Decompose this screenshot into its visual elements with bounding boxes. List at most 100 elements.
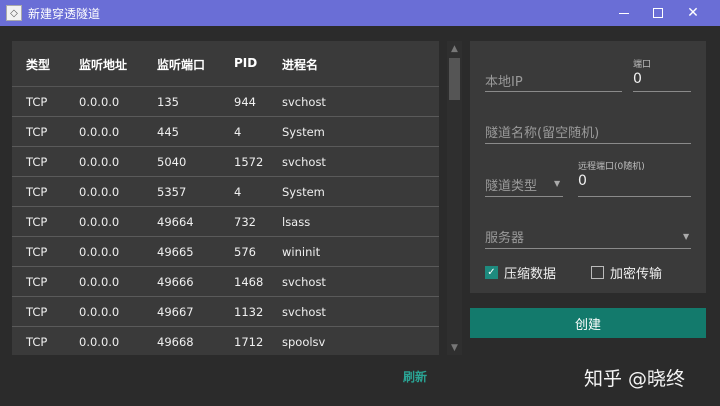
port-label: 端口 xyxy=(633,60,652,70)
pid-cell: 944 xyxy=(234,95,256,109)
address-cell: 0.0.0.0 xyxy=(79,155,120,169)
process-cell: svchost xyxy=(282,305,326,319)
compress-label: 压缩数据 xyxy=(504,267,557,282)
port-cell: 49664 xyxy=(157,215,194,229)
type-cell: TCP xyxy=(26,125,48,139)
pid-cell: 1572 xyxy=(234,155,264,169)
local-ip-underline xyxy=(485,91,622,92)
type-cell: TCP xyxy=(26,305,48,319)
column-header-pid[interactable]: PID xyxy=(234,56,257,70)
server-underline xyxy=(485,248,691,249)
process-cell: System xyxy=(282,185,325,199)
pid-cell: 1712 xyxy=(234,335,264,349)
process-cell: spoolsv xyxy=(282,335,326,349)
table-row[interactable]: TCP 0.0.0.0 49667 1132 svchost xyxy=(12,297,439,327)
tunnel-type-underline xyxy=(485,196,563,197)
port-cell: 49666 xyxy=(157,275,194,289)
address-cell: 0.0.0.0 xyxy=(79,335,120,349)
refresh-button[interactable]: 刷新 xyxy=(403,368,427,385)
local-ip-input[interactable]: 本地IP xyxy=(485,71,523,90)
compress-checkbox[interactable]: ✓ xyxy=(485,266,498,279)
tunnel-name-underline xyxy=(485,143,691,144)
type-cell: TCP xyxy=(26,155,48,169)
port-cell: 49668 xyxy=(157,335,194,349)
remote-port-label: 远程端口(0随机) xyxy=(578,162,645,172)
table-header: 类型 监听地址 监听端口 PID 进程名 xyxy=(12,41,439,87)
encrypt-checkbox[interactable] xyxy=(591,266,604,279)
port-cell: 5357 xyxy=(157,185,187,199)
close-button[interactable]: ✕ xyxy=(675,0,711,26)
tunnel-type-select[interactable]: 隧道类型 xyxy=(485,175,537,194)
port-cell: 5040 xyxy=(157,155,187,169)
port-input[interactable]: 0 xyxy=(633,71,642,87)
app-icon: ◇ xyxy=(6,5,22,21)
table-row[interactable]: TCP 0.0.0.0 5040 1572 svchost xyxy=(12,147,439,177)
server-dropdown-icon[interactable]: ▼ xyxy=(683,232,689,241)
remote-port-underline xyxy=(578,196,691,197)
type-cell: TCP xyxy=(26,335,48,349)
table-row[interactable]: TCP 0.0.0.0 49665 576 wininit xyxy=(12,237,439,267)
process-cell: svchost xyxy=(282,95,326,109)
table-row[interactable]: TCP 0.0.0.0 445 4 System xyxy=(12,117,439,147)
minimize-icon xyxy=(619,12,629,14)
process-cell: System xyxy=(282,125,325,139)
type-cell: TCP xyxy=(26,275,48,289)
process-cell: svchost xyxy=(282,275,326,289)
column-header-listen-port[interactable]: 监听端口 xyxy=(157,56,205,73)
table-row[interactable]: TCP 0.0.0.0 49666 1468 svchost xyxy=(12,267,439,297)
pid-cell: 4 xyxy=(234,125,242,139)
column-header-type[interactable]: 类型 xyxy=(26,56,50,73)
type-cell: TCP xyxy=(26,95,48,109)
port-underline xyxy=(633,91,691,92)
scroll-thumb[interactable] xyxy=(449,58,460,100)
process-cell: wininit xyxy=(282,245,321,259)
remote-port-input[interactable]: 0 xyxy=(578,173,587,189)
scroll-down-arrow-icon[interactable]: ▼ xyxy=(447,340,462,355)
tunnel-form: 本地IP 端口 0 隧道名称(留空随机) 隧道类型 ▼ 远程端口(0随机) 0 … xyxy=(470,41,706,293)
address-cell: 0.0.0.0 xyxy=(79,305,120,319)
table-row[interactable]: TCP 0.0.0.0 49668 1712 spoolsv xyxy=(12,327,439,355)
pid-cell: 732 xyxy=(234,215,256,229)
table-scrollbar[interactable]: ▲ ▼ xyxy=(447,41,462,355)
column-header-process-name[interactable]: 进程名 xyxy=(282,56,318,73)
close-icon: ✕ xyxy=(687,5,699,21)
type-cell: TCP xyxy=(26,185,48,199)
port-cell: 135 xyxy=(157,95,179,109)
table-row[interactable]: TCP 0.0.0.0 49664 732 lsass xyxy=(12,207,439,237)
pid-cell: 576 xyxy=(234,245,256,259)
maximize-icon xyxy=(653,8,663,18)
compress-checkbox-row[interactable]: ✓ 压缩数据 xyxy=(485,263,556,282)
watermark: 知乎 @晓终 xyxy=(584,368,686,390)
port-table: 类型 监听地址 监听端口 PID 进程名 TCP 0.0.0.0 135 944 svc… xyxy=(12,41,439,355)
server-select[interactable]: 服务器 xyxy=(485,227,524,246)
table-row[interactable]: TCP 0.0.0.0 135 944 svchost xyxy=(12,87,439,117)
address-cell: 0.0.0.0 xyxy=(79,215,120,229)
column-header-listen-address[interactable]: 监听地址 xyxy=(79,56,127,73)
minimize-button[interactable] xyxy=(606,0,642,26)
address-cell: 0.0.0.0 xyxy=(79,275,120,289)
encrypt-label: 加密传输 xyxy=(610,267,663,282)
type-cell: TCP xyxy=(26,245,48,259)
window-title: 新建穿透隧道 xyxy=(28,6,101,21)
type-cell: TCP xyxy=(26,215,48,229)
title-bar: ◇ 新建穿透隧道 ✕ xyxy=(0,0,720,26)
port-cell: 445 xyxy=(157,125,179,139)
address-cell: 0.0.0.0 xyxy=(79,245,120,259)
process-cell: lsass xyxy=(282,215,311,229)
port-cell: 49667 xyxy=(157,305,194,319)
table-row[interactable]: TCP 0.0.0.0 5357 4 System xyxy=(12,177,439,207)
scroll-up-arrow-icon[interactable]: ▲ xyxy=(447,41,462,56)
address-cell: 0.0.0.0 xyxy=(79,95,120,109)
tunnel-name-input[interactable]: 隧道名称(留空随机) xyxy=(485,122,599,141)
tunnel-type-dropdown-icon[interactable]: ▼ xyxy=(554,179,560,188)
pid-cell: 1132 xyxy=(234,305,264,319)
process-cell: svchost xyxy=(282,155,326,169)
pid-cell: 4 xyxy=(234,185,242,199)
address-cell: 0.0.0.0 xyxy=(79,185,120,199)
create-button[interactable]: 创建 xyxy=(470,308,706,338)
maximize-button[interactable] xyxy=(640,0,676,26)
address-cell: 0.0.0.0 xyxy=(79,125,120,139)
port-cell: 49665 xyxy=(157,245,194,259)
pid-cell: 1468 xyxy=(234,275,264,289)
encrypt-checkbox-row[interactable]: 加密传输 xyxy=(591,263,662,282)
